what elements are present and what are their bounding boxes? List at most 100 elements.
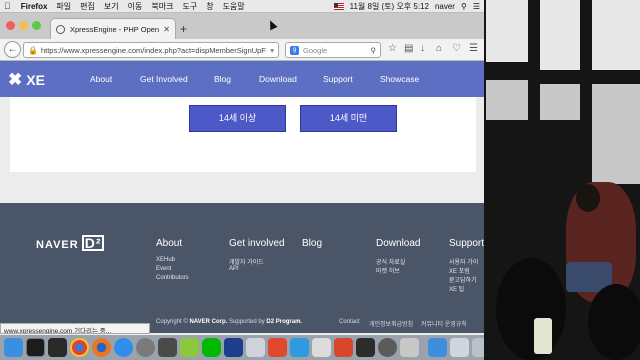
menu-view[interactable]: 보기 [104, 1, 119, 12]
app-silver-icon[interactable] [400, 338, 419, 357]
footer-link-qna[interactable]: 묻고답하기 [449, 275, 477, 284]
nav-get-involved[interactable]: Get Involved [140, 74, 188, 84]
footer-link-dev-guide[interactable]: 개발자 가이드 [229, 257, 264, 266]
window-minimize-button[interactable] [19, 21, 28, 30]
age-under-14-button[interactable]: 14세 미만 [300, 105, 397, 132]
copyright-prefix: Copyright © [156, 319, 188, 325]
safari-icon[interactable] [114, 338, 133, 357]
android-icon[interactable] [180, 338, 199, 357]
footer-heading-get-involved[interactable]: Get involved [229, 238, 285, 249]
footer-heading-support[interactable]: Support [449, 238, 484, 249]
back-button[interactable]: ← [4, 41, 21, 58]
menubar-clock[interactable]: 11월 8일 (토) 오후 5:12 [350, 1, 429, 12]
footer-heading-about[interactable]: About [156, 238, 182, 249]
activity-monitor-icon[interactable] [158, 338, 177, 357]
new-tab-button[interactable]: + [180, 22, 187, 36]
audience-head [496, 258, 566, 360]
menu-edit[interactable]: 편집 [80, 1, 95, 12]
footer-link-community-rules[interactable]: 커뮤니티 운영규칙 [421, 319, 467, 328]
download-icon[interactable]: ↓ [420, 43, 425, 54]
nav-showcase[interactable]: Showcase [380, 74, 419, 84]
google-engine-icon[interactable]: g [290, 45, 299, 55]
tab-close-icon[interactable]: ✕ [163, 25, 170, 34]
notification-list-icon[interactable]: ☰ [473, 2, 480, 11]
downloads-folder-icon[interactable] [428, 338, 447, 357]
app-light-icon[interactable] [312, 338, 331, 357]
audience-head [588, 284, 640, 360]
menu-go[interactable]: 이동 [128, 1, 143, 12]
footer-heading-download[interactable]: Download [376, 238, 420, 249]
water-bottle [534, 318, 552, 354]
app-menu-firefox[interactable]: Firefox [21, 2, 48, 11]
menu-tools[interactable]: 도구 [182, 1, 197, 12]
app-gray-icon[interactable] [378, 338, 397, 357]
documents-stack-icon[interactable] [450, 338, 469, 357]
age-over-14-button[interactable]: 14세 이상 [189, 105, 286, 132]
menu-file[interactable]: 파일 [56, 1, 71, 12]
line-messenger-icon[interactable] [202, 338, 221, 357]
nav-support[interactable]: Support [323, 74, 353, 84]
browser-status-bar: www.xpressengine.com 기다리는 중... [0, 323, 150, 334]
menu-bookmarks[interactable]: 북마크 [151, 1, 173, 12]
footer-link-xe-tips[interactable]: XE 팁 [449, 284, 464, 293]
footer-link-market-hub[interactable]: 마켓 허브 [376, 266, 400, 275]
footer-link-xehub[interactable]: XEHub [156, 257, 175, 263]
copyright-corp[interactable]: NAVER Corp. [189, 319, 227, 325]
virtualbox-icon[interactable] [224, 338, 243, 357]
naver-d2-logo[interactable]: NAVER D² [36, 235, 105, 251]
pocket-icon[interactable]: ♡ [452, 43, 461, 54]
app-red-icon[interactable] [268, 338, 287, 357]
trash-icon[interactable] [472, 338, 484, 357]
home-icon[interactable]: ⌂ [436, 43, 442, 54]
reading-list-icon[interactable]: ▤ [404, 43, 413, 54]
footer-link-api[interactable]: API [229, 266, 239, 272]
site-identity-icon[interactable]: 🔒 [28, 46, 38, 55]
copyright-program[interactable]: D2 Program. [266, 319, 302, 325]
window-pane [592, 0, 640, 70]
firefox-icon[interactable] [92, 338, 111, 357]
nav-download[interactable]: Download [259, 74, 297, 84]
footer-link-xe-forum[interactable]: XE 포럼 [449, 266, 470, 275]
xe-logo[interactable]: ✖ XE [8, 70, 45, 90]
app-blue-icon[interactable] [290, 338, 309, 357]
window-zoom-button[interactable] [32, 21, 41, 30]
tab-title: XpressEngine - PHP Open ... [70, 24, 160, 34]
app-dark-icon[interactable] [48, 338, 67, 357]
preview-icon[interactable] [246, 338, 265, 357]
app-black-icon[interactable] [356, 338, 375, 357]
menu-window[interactable]: 창 [206, 1, 213, 12]
footer-link-contact[interactable]: Contact [339, 319, 360, 325]
apple-icon[interactable]:  [4, 1, 11, 11]
window-pane [486, 80, 528, 120]
input-source-flag-icon[interactable] [333, 2, 344, 10]
window-close-button[interactable] [6, 21, 15, 30]
footer-link-event[interactable]: Event [156, 266, 171, 272]
url-bar[interactable]: 🔒 https://www.xpressengine.com/index.php… [23, 42, 279, 58]
browser-nav-bar: ← 🔒 https://www.xpressengine.com/index.p… [0, 39, 484, 61]
hamburger-menu-icon[interactable]: ☰ [469, 43, 478, 54]
system-preferences-icon[interactable] [136, 338, 155, 357]
chrome-icon[interactable] [70, 338, 89, 357]
desktop-screen:  Firefox 파일 편집 보기 이동 북마크 도구 창 도움말 11월 8… [0, 0, 484, 360]
dropdown-icon[interactable]: ▾ [270, 46, 274, 55]
menubar-user[interactable]: naver [435, 2, 455, 11]
terminal-icon[interactable] [26, 338, 45, 357]
footer-link-user-guide[interactable]: 사용자 가이 [449, 257, 478, 266]
footer-heading-blog[interactable]: Blog [302, 238, 322, 249]
menu-help[interactable]: 도움말 [223, 1, 245, 12]
search-icon[interactable]: ⚲ [371, 46, 377, 55]
nav-about[interactable]: About [90, 74, 112, 84]
finder-icon[interactable] [4, 338, 23, 357]
footer-link-contributors[interactable]: Contributors [156, 275, 189, 281]
window-pane [540, 0, 580, 70]
bookmark-star-icon[interactable]: ☆ [388, 43, 397, 54]
nav-blog[interactable]: Blog [214, 74, 231, 84]
spotlight-search-icon[interactable]: ⚲ [461, 2, 467, 11]
app-orange-icon[interactable] [334, 338, 353, 357]
footer-link-privacy[interactable]: 개인정보취급방침 [369, 319, 413, 328]
footer-link-official-archive[interactable]: 공식 자료실 [376, 257, 405, 266]
search-placeholder: Google [303, 45, 328, 55]
browser-tab[interactable]: XpressEngine - PHP Open ... ✕ [50, 18, 176, 39]
search-bar[interactable]: g Google ⚲ [285, 42, 381, 58]
site-footer: NAVER D² About XEHub Event Contributors G… [0, 203, 484, 333]
